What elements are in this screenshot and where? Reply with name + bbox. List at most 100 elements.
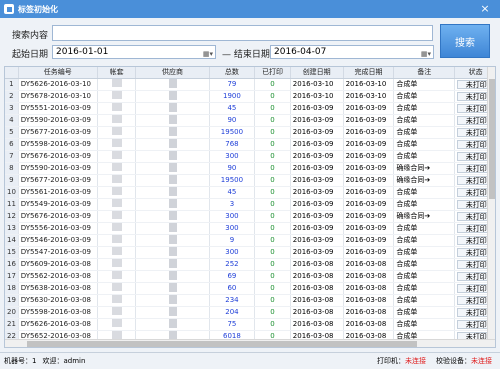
supplier-cell xyxy=(135,222,210,235)
redacted-block xyxy=(111,331,122,339)
task-id-cell: DY5590-2016-03-09 xyxy=(18,114,98,127)
vertical-scroll-thumb[interactable] xyxy=(489,79,495,199)
table-row[interactable]: 7 DY5676-2016-03-09 300 0 2016-03-09 2016-03-… xyxy=(5,150,495,163)
search-input[interactable] xyxy=(52,25,433,41)
completed-date-cell: 2016-03-09 xyxy=(343,126,395,139)
horizontal-scroll-thumb[interactable] xyxy=(27,341,417,347)
printed-cell: 0 xyxy=(254,198,291,211)
table-row[interactable]: 19 DY5630-2016-03-08 234 0 2016-03-08 2016-03… xyxy=(5,294,495,307)
close-button[interactable] xyxy=(470,0,500,18)
created-date-cell: 2016-03-08 xyxy=(290,282,344,295)
supplier-cell xyxy=(135,162,210,175)
note-cell: 合成单 xyxy=(393,318,456,331)
table-row[interactable]: 10 DY5561-2016-03-09 45 0 2016-03-09 2016-03-… xyxy=(5,186,495,199)
table-row[interactable]: 4 DY5590-2016-03-09 90 0 2016-03-09 2016-03-0… xyxy=(5,114,495,127)
table-row[interactable]: 1 DY5626-2016-03-10 79 0 2016-03-10 2016-03-1… xyxy=(5,78,495,91)
redacted-block xyxy=(111,127,122,135)
supplier-cell xyxy=(135,282,210,295)
task-id-cell: DY5556-2016-03-09 xyxy=(18,222,98,235)
table-row[interactable]: 5 DY5677-2016-03-09 19500 0 2016-03-09 2016-0… xyxy=(5,126,495,139)
header-created[interactable]: 创建日期 xyxy=(290,67,344,79)
printed-cell: 0 xyxy=(254,318,291,331)
horizontal-scrollbar[interactable] xyxy=(5,339,495,347)
printed-cell: 0 xyxy=(254,78,291,91)
redacted-block xyxy=(111,163,122,171)
header-account[interactable]: 帐套 xyxy=(97,67,137,79)
redacted-block xyxy=(111,199,122,207)
end-date-picker[interactable]: 2016-04-07 ▦▾ xyxy=(270,45,434,59)
completed-date-cell: 2016-03-09 xyxy=(343,210,395,223)
completed-date-cell: 2016-03-09 xyxy=(343,102,395,115)
note-cell: 确缘合同➔ xyxy=(393,174,456,187)
vertical-scrollbar[interactable] xyxy=(487,67,495,347)
table-row[interactable]: 6 DY5598-2016-03-09 768 0 2016-03-09 2016-03-… xyxy=(5,138,495,151)
header-printed[interactable]: 已打印 xyxy=(254,67,291,79)
task-id-cell: DY5561-2016-03-09 xyxy=(18,186,98,199)
completed-date-cell: 2016-03-09 xyxy=(343,162,395,175)
start-date-value: 2016-01-01 xyxy=(56,47,109,57)
account-cell xyxy=(97,258,137,271)
header-note[interactable]: 备注 xyxy=(393,67,456,79)
task-table[interactable]: 任务编号 帐套 供应商 总数 已打印 创建日期 完成日期 备注 状态 1 DY56… xyxy=(4,66,496,348)
account-cell xyxy=(97,150,137,163)
created-date-cell: 2016-03-09 xyxy=(290,150,344,163)
search-button[interactable]: 搜索 xyxy=(440,24,490,58)
row-number: 7 xyxy=(5,150,19,163)
header-completed[interactable]: 完成日期 xyxy=(343,67,395,79)
machine-number: 机器号：1 xyxy=(4,357,37,365)
redacted-block xyxy=(168,318,177,328)
calendar-dropdown-icon[interactable]: ▦▾ xyxy=(203,48,213,61)
start-date-picker[interactable]: 2016-01-01 ▦▾ xyxy=(52,45,216,59)
table-row[interactable]: 9 DY5677-2016-03-09 19500 0 2016-03-09 2016-0… xyxy=(5,174,495,187)
printed-cell: 0 xyxy=(254,306,291,319)
table-row[interactable]: 20 DY5598-2016-03-08 204 0 2016-03-08 2016-03… xyxy=(5,306,495,319)
redacted-block xyxy=(111,139,122,147)
account-cell xyxy=(97,174,137,187)
created-date-cell: 2016-03-08 xyxy=(290,258,344,271)
table-row[interactable]: 11 DY5549-2016-03-09 3 0 2016-03-09 2016-03-0… xyxy=(5,198,495,211)
note-cell: 合成单 xyxy=(393,198,456,211)
table-row[interactable]: 21 DY5626-2016-03-08 75 0 2016-03-08 2016-03-… xyxy=(5,318,495,331)
row-number: 10 xyxy=(5,186,19,199)
completed-date-cell: 2016-03-09 xyxy=(343,222,395,235)
task-id-cell: DY5551-2016-03-09 xyxy=(18,102,98,115)
row-number: 12 xyxy=(5,210,19,223)
table-row[interactable]: 16 DY5609-2016-03-08 252 0 2016-03-08 2016-03… xyxy=(5,258,495,271)
table-row[interactable]: 3 DY5551-2016-03-09 45 0 2016-03-09 2016-03-0… xyxy=(5,102,495,115)
calendar-dropdown-icon[interactable]: ▦▾ xyxy=(421,48,431,61)
row-number: 18 xyxy=(5,282,19,295)
redacted-block xyxy=(168,174,177,184)
table-row[interactable]: 15 DY5547-2016-03-09 300 0 2016-03-09 2016-03… xyxy=(5,246,495,259)
completed-date-cell: 2016-03-08 xyxy=(343,270,395,283)
table-row[interactable]: 14 DY5546-2016-03-09 9 0 2016-03-09 2016-03-0… xyxy=(5,234,495,247)
redacted-block xyxy=(168,198,177,208)
row-number: 4 xyxy=(5,114,19,127)
table-row[interactable]: 12 DY5676-2016-03-09 300 0 2016-03-09 2016-03… xyxy=(5,210,495,223)
account-cell xyxy=(97,222,137,235)
task-id-cell: DY5676-2016-03-09 xyxy=(18,150,98,163)
supplier-cell xyxy=(135,234,210,247)
table-row[interactable]: 18 DY5638-2016-03-08 60 0 2016-03-08 2016-03-… xyxy=(5,282,495,295)
total-cell: 19500 xyxy=(209,126,256,139)
header-task-id[interactable]: 任务编号 xyxy=(18,67,98,79)
created-date-cell: 2016-03-09 xyxy=(290,210,344,223)
redacted-block xyxy=(168,306,177,316)
table-row[interactable]: 17 DY5562-2016-03-08 69 0 2016-03-08 2016-03-… xyxy=(5,270,495,283)
account-cell xyxy=(97,294,137,307)
created-date-cell: 2016-03-09 xyxy=(290,246,344,259)
table-row[interactable]: 8 DY5590-2016-03-09 90 0 2016-03-09 2016-03-0… xyxy=(5,162,495,175)
printed-cell: 0 xyxy=(254,294,291,307)
header-supplier[interactable]: 供应商 xyxy=(135,67,210,79)
total-cell: 1900 xyxy=(209,90,256,103)
completed-date-cell: 2016-03-08 xyxy=(343,294,395,307)
completed-date-cell: 2016-03-10 xyxy=(343,90,395,103)
account-cell xyxy=(97,114,137,127)
note-cell: 合成单 xyxy=(393,138,456,151)
table-row[interactable]: 13 DY5556-2016-03-09 300 0 2016-03-09 2016-03… xyxy=(5,222,495,235)
status-bar: 机器号：1 欢迎：admin 打印机： 未连接 校验设备： 未连接 xyxy=(0,352,500,369)
supplier-cell xyxy=(135,174,210,187)
redacted-block xyxy=(111,307,122,315)
header-total[interactable]: 总数 xyxy=(209,67,256,79)
table-row[interactable]: 2 DY5678-2016-03-10 1900 0 2016-03-10 2016-03… xyxy=(5,90,495,103)
printed-cell: 0 xyxy=(254,234,291,247)
